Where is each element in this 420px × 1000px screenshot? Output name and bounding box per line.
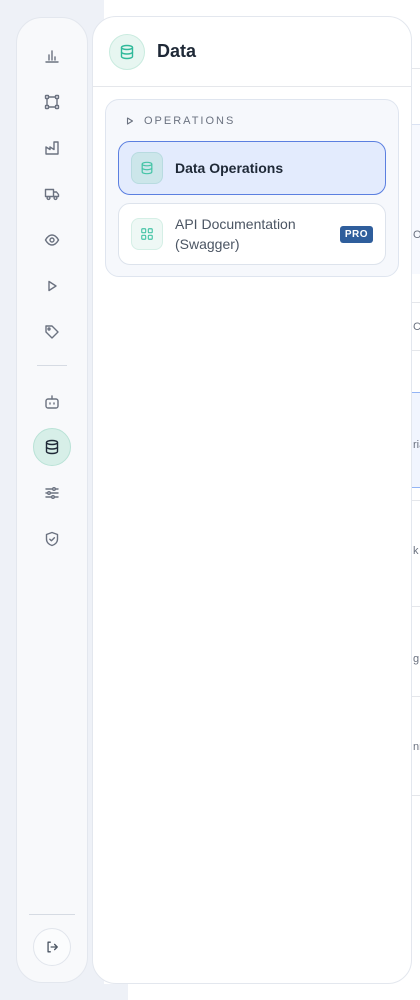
rail-item-logistics[interactable]	[33, 175, 71, 213]
background-row	[411, 350, 420, 392]
background-row: O	[411, 124, 420, 274]
rail-item-run[interactable]	[33, 267, 71, 305]
bar-chart-icon	[45, 50, 59, 63]
page-title: Data	[157, 41, 197, 61]
rail-item-tags[interactable]	[33, 313, 71, 351]
background-row-text: nn	[413, 741, 420, 753]
background-row-text: ria	[413, 439, 420, 451]
background-row-text: k	[413, 545, 419, 557]
sliders-icon	[45, 487, 59, 499]
factory-icon	[45, 141, 59, 155]
rail-divider	[37, 365, 67, 366]
logout-icon	[47, 941, 58, 953]
background-row	[411, 68, 420, 124]
rail-item-data[interactable]	[33, 428, 71, 466]
eye-icon	[44, 234, 60, 246]
caret-right-icon	[126, 117, 134, 125]
rail-item-monitor[interactable]	[33, 221, 71, 259]
tag-icon	[45, 325, 59, 339]
group-toggle[interactable]: OPERATIONS	[126, 115, 235, 127]
background-row: k	[411, 500, 420, 606]
truck-icon	[44, 188, 60, 201]
rail-item-analytics[interactable]	[33, 37, 71, 75]
icon-rail	[16, 17, 88, 983]
rail-divider	[29, 914, 75, 915]
background-row: nn	[411, 696, 420, 796]
background-row: ria	[411, 392, 420, 488]
panel-header-icon	[109, 33, 145, 70]
group-label: OPERATIONS	[144, 115, 236, 127]
background-row-text: C	[413, 321, 420, 333]
rail-item-connections[interactable]	[33, 83, 71, 121]
nav-item-label: API Documentation (Swagger)	[175, 216, 296, 252]
operations-group: OPERATIONS Data Operations API Documenta…	[105, 99, 399, 277]
play-icon	[48, 280, 57, 292]
panel-header: Data	[93, 17, 411, 87]
data-panel: Data OPERATIONS Data Operations API Docu…	[92, 16, 412, 984]
grid-icon	[141, 228, 153, 240]
database-icon	[141, 161, 153, 175]
item-icon	[131, 152, 163, 184]
background-strip	[104, 984, 128, 1000]
item-icon	[131, 218, 163, 250]
database-icon	[120, 44, 134, 59]
nav-item-api-documentation[interactable]: API Documentation (Swagger) PRO	[118, 203, 386, 265]
rail-item-factory[interactable]	[33, 129, 71, 167]
pro-badge: PRO	[339, 225, 373, 243]
rail-item-settings[interactable]	[33, 474, 71, 512]
background-row-text: g	[413, 653, 420, 665]
background-row: g	[411, 606, 420, 696]
background-row: C	[411, 302, 420, 350]
nav-item-data-operations[interactable]: Data Operations	[118, 141, 386, 195]
background-row-text: O	[413, 229, 420, 241]
rail-item-security[interactable]	[33, 520, 71, 558]
nav-item-label: Data Operations	[175, 160, 284, 176]
database-icon	[45, 439, 59, 455]
logout-button[interactable]	[33, 928, 71, 966]
rail-item-ai-assistant[interactable]	[33, 383, 71, 421]
connections-icon	[44, 94, 60, 110]
bot-icon	[45, 395, 59, 409]
shield-check-icon	[45, 531, 59, 547]
